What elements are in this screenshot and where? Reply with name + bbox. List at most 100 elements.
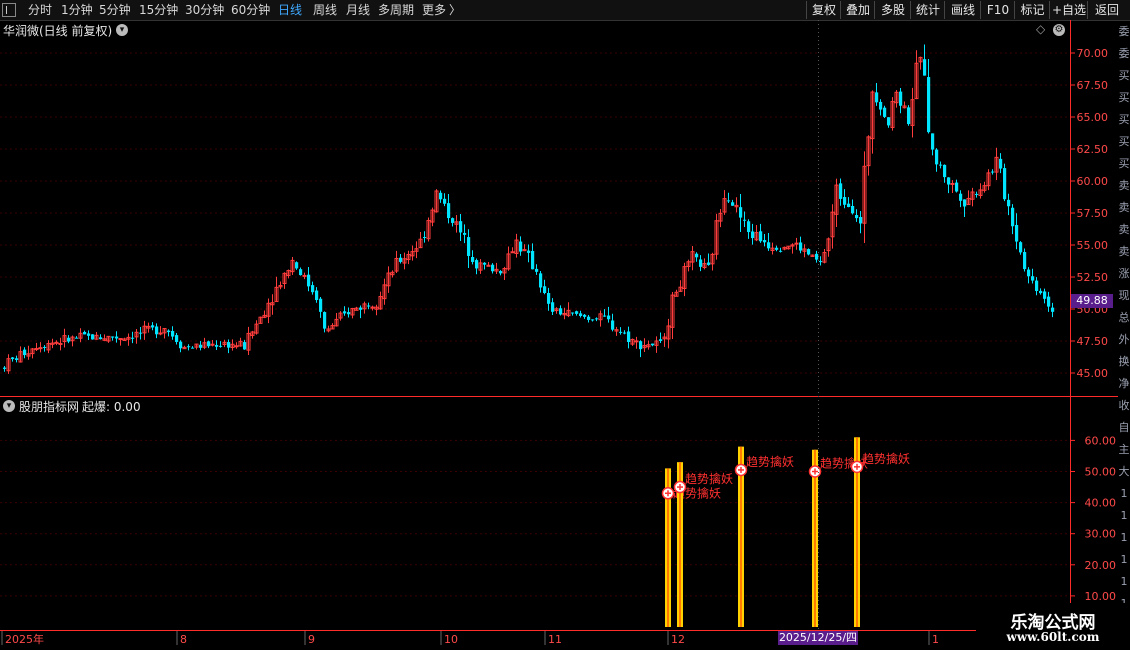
side-panel-glyph: 卖 — [1118, 179, 1130, 192]
candle-body — [499, 271, 503, 274]
candle-body — [463, 232, 467, 235]
candle-body — [887, 117, 891, 126]
signal-label: 趋势擒妖 — [746, 454, 794, 469]
candle-body — [627, 331, 631, 343]
candle-body — [799, 242, 803, 251]
side-panel-glyph: 自 — [1118, 421, 1130, 434]
candle-body — [399, 257, 403, 262]
candle-body — [15, 358, 19, 360]
candle-body — [931, 133, 935, 150]
y-tick-label: 62.50 — [1077, 143, 1109, 156]
candle-body — [879, 101, 883, 110]
candle-body — [779, 250, 783, 252]
candle-body — [855, 215, 859, 219]
chevron-down-icon[interactable]: ▾ — [116, 24, 128, 36]
candle-body — [547, 293, 551, 304]
candle-body — [158, 332, 163, 335]
indicator-title: 股朋指标网 — [19, 400, 80, 414]
candle-body — [975, 193, 979, 195]
crosshair-date-badge: 2025/12/25/四 — [778, 631, 858, 645]
candle-body — [571, 312, 575, 314]
kline-chart[interactable]: 45.00 47.50 50.00 52.50 55.00 57.50 60.00 62.50… — [0, 0, 1130, 650]
candle-body — [1023, 252, 1027, 270]
candle-body — [459, 221, 463, 233]
candle-body — [307, 274, 311, 287]
candle-body — [359, 307, 363, 310]
candle-body — [739, 207, 743, 218]
candle-body — [634, 340, 639, 343]
candle-body — [115, 336, 119, 339]
candle-body — [607, 315, 611, 320]
candle-body — [579, 313, 583, 317]
candle-body — [491, 264, 495, 272]
candle-body — [559, 308, 563, 315]
side-panel-glyph: 委 — [1118, 47, 1130, 60]
watermark: 乐淘公式网 www.60lt.com — [976, 603, 1130, 650]
candle-body — [423, 237, 427, 239]
candle-body — [1043, 291, 1047, 299]
x-tick-label: 12 — [671, 633, 685, 646]
candle-body — [155, 326, 159, 335]
candle-body — [483, 262, 487, 265]
candle-body — [551, 302, 555, 312]
candle-body — [659, 339, 663, 341]
side-panel-glyph: 卖 — [1118, 201, 1130, 214]
candle-body — [234, 345, 239, 348]
candle-body — [583, 314, 587, 317]
candle-body — [539, 273, 543, 288]
collapse-indicator-icon[interactable]: ▾ — [3, 400, 15, 412]
candle-body — [699, 259, 703, 267]
candle-body — [947, 177, 951, 185]
candle-body — [23, 349, 27, 356]
candle-body — [935, 149, 939, 165]
candle-body — [191, 347, 195, 349]
candle-body — [323, 312, 327, 329]
candle-body — [651, 343, 655, 346]
candle-body — [943, 164, 947, 178]
candle-body — [447, 203, 451, 219]
sub-y-tick-label: 50.00 — [1085, 466, 1117, 479]
y-tick-label: 70.00 — [1077, 47, 1109, 60]
candle-body — [1047, 296, 1051, 307]
candle-body — [151, 325, 155, 328]
side-panel-glyph: 现 — [1118, 289, 1130, 302]
diamond-icon[interactable]: ◇ — [1036, 22, 1045, 36]
candle-body — [639, 341, 643, 350]
candle-body — [587, 316, 591, 320]
side-panel-glyph: 净 — [1118, 377, 1130, 390]
candle-body — [1051, 307, 1055, 312]
candle-body — [227, 342, 231, 348]
candle-body — [451, 218, 455, 223]
candle-body — [311, 285, 315, 293]
side-panel-glyph: 收 — [1118, 399, 1130, 412]
x-tick-label: 2025年 — [5, 632, 44, 646]
candle-body — [1003, 168, 1007, 200]
candle-body — [1011, 207, 1015, 227]
candle-body — [111, 336, 115, 338]
side-panel-glyph: 1 — [1120, 487, 1128, 500]
y-tick-label: 65.00 — [1077, 111, 1109, 124]
watermark-url: www.60lt.com — [1006, 630, 1100, 644]
candle-body — [907, 107, 911, 125]
candle-body — [527, 250, 531, 253]
side-panel-glyph: 外 — [1118, 333, 1130, 346]
y-tick-label: 60.00 — [1077, 175, 1109, 188]
gear-icon[interactable]: ⚙ — [1053, 24, 1065, 36]
candle-body — [883, 107, 887, 117]
candle-body — [531, 250, 535, 270]
candle-body — [118, 338, 123, 341]
candle-body — [367, 305, 371, 307]
side-panel-glyph: 大 — [1118, 465, 1130, 478]
candle-body — [99, 337, 103, 340]
candle-body — [747, 221, 751, 233]
candle-body — [219, 345, 223, 347]
y-tick-label: 47.50 — [1077, 335, 1109, 348]
candle-body — [619, 331, 623, 333]
side-panel-glyph: 买 — [1118, 91, 1130, 104]
candle-body — [1007, 199, 1011, 207]
stock-title: 华润微(日线 前复权) — [3, 24, 113, 38]
x-tick-label: 9 — [308, 633, 315, 646]
candle-body — [1027, 269, 1031, 277]
candle-body — [54, 341, 59, 344]
candle-body — [839, 183, 843, 199]
